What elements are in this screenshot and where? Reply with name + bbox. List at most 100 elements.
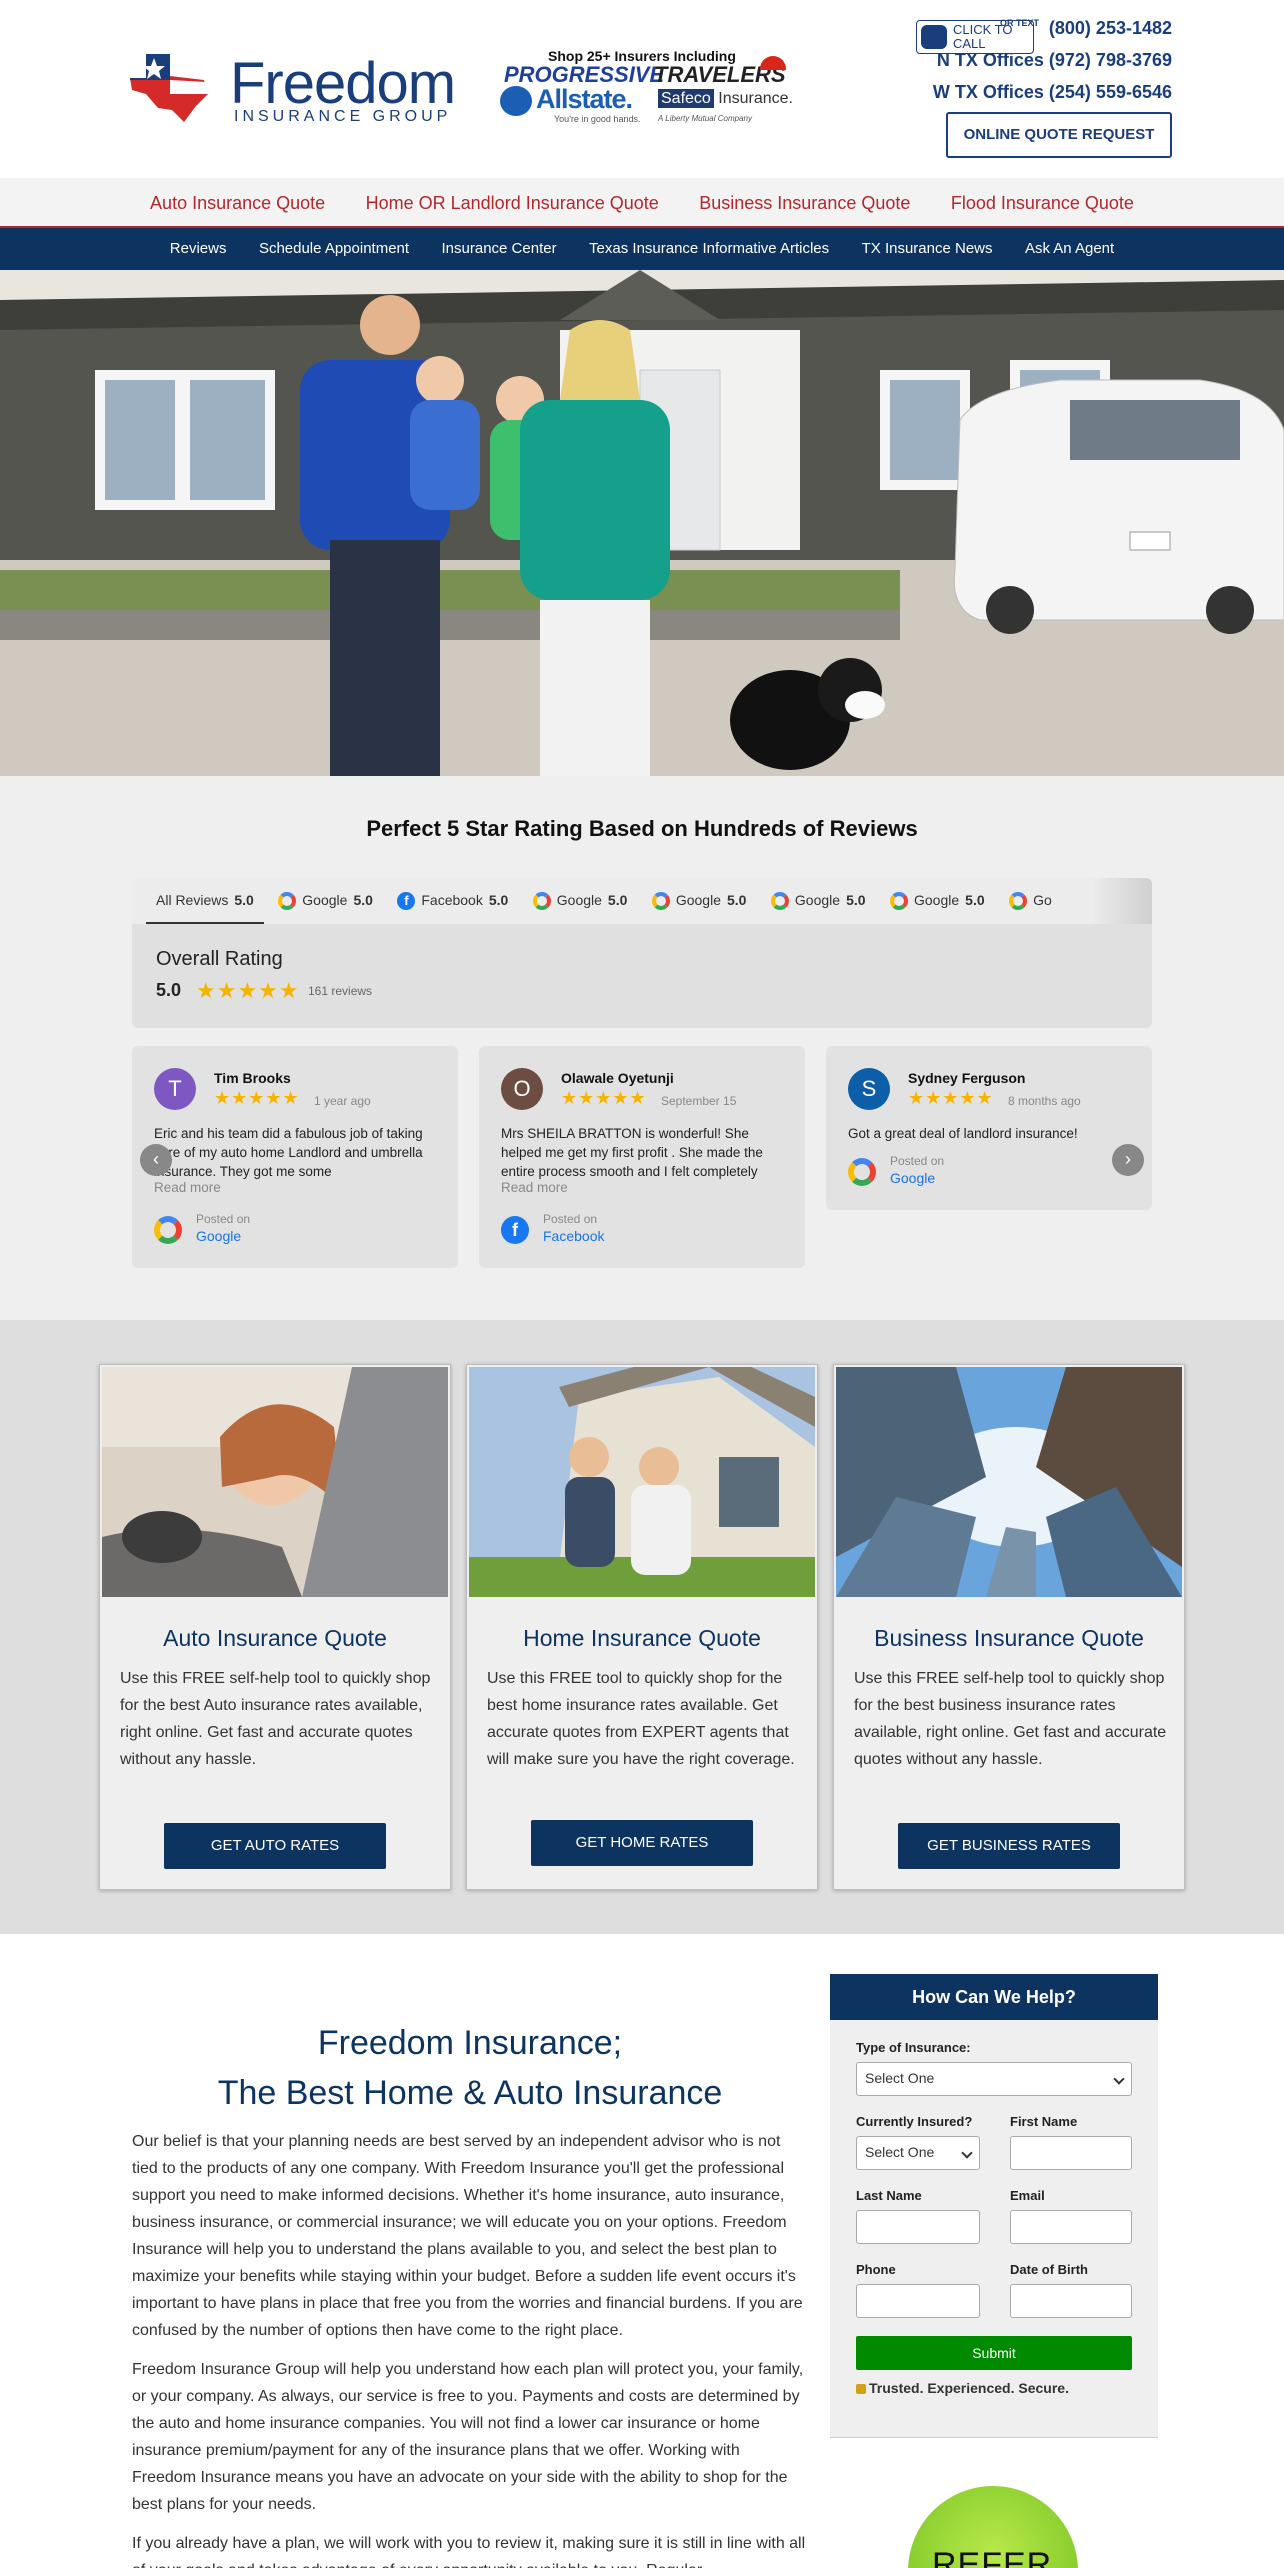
tab-google[interactable]: Google 5.0 (642, 878, 757, 922)
tab-label: Google (914, 892, 960, 908)
nav-home-landlord-insurance-quote[interactable]: Home OR Landlord Insurance Quote (366, 178, 659, 228)
phone-label: Phone (856, 2262, 896, 2277)
posted-on-label: Posted on (890, 1154, 945, 1168)
source-link[interactable]: Google (196, 1228, 250, 1244)
google-icon (890, 892, 908, 911)
nav-insurance-center[interactable]: Insurance Center (442, 228, 557, 270)
tab-label: All Reviews (156, 892, 229, 908)
first-name-label: First Name (1010, 2114, 1078, 2129)
insurer-logos: Shop 25+ Insurers Including PROGRESSIVE … (498, 48, 798, 128)
hero-family-photo (0, 270, 1284, 776)
source-link[interactable]: Google (890, 1170, 944, 1186)
west-office-phone[interactable]: W TX Offices (254) 559-6546 (912, 76, 1172, 108)
home-card-description: Use this FREE tool to quickly shop for t… (487, 1670, 795, 1768)
freedom-insurance-logo[interactable]: Freedom INSURANCE GROUP (126, 44, 456, 134)
currently-insured-select[interactable]: Select One (856, 2136, 980, 2170)
review-source: Posted on Google (154, 1212, 250, 1244)
email-label: Email (1010, 2188, 1045, 2203)
tab-google-partial[interactable]: Go (999, 878, 1062, 922)
google-icon (770, 892, 789, 911)
north-office-number[interactable]: (972) 798-3769 (1049, 50, 1172, 70)
phone-icon (921, 25, 947, 49)
review-source-tabs: All Reviews 5.0 Google 5.0 f Facebook 5.0 Go… (132, 878, 1152, 924)
nav-auto-insurance-quote[interactable]: Auto Insurance Quote (150, 178, 325, 228)
get-home-rates-button[interactable]: GET HOME RATES (531, 1820, 753, 1866)
auto-insurance-card: Auto Insurance Quote Use this FREE self-… (99, 1364, 451, 1890)
allstate-tagline: You're in good hands. (554, 114, 641, 124)
source-link[interactable]: Facebook (543, 1228, 604, 1244)
google-icon (154, 1216, 182, 1244)
email-field[interactable] (1010, 2210, 1132, 2244)
nav-texas-articles[interactable]: Texas Insurance Informative Articles (589, 228, 829, 270)
tab-score: 5.0 (353, 892, 373, 908)
review-stars: ★★★★★ (561, 1088, 647, 1108)
west-office-number[interactable]: (254) 559-6546 (1049, 82, 1172, 102)
last-name-label: Last Name (856, 2188, 922, 2203)
get-auto-rates-button[interactable]: GET AUTO RATES (164, 1823, 386, 1869)
trust-statement: Trusted. Experienced. Secure. (856, 2380, 1069, 2396)
tab-label: Google (794, 892, 841, 908)
read-more-link[interactable]: Read more (154, 1180, 221, 1195)
get-business-rates-button[interactable]: GET BUSINESS RATES (898, 1823, 1120, 1869)
tab-label: Google (556, 892, 602, 908)
tab-score: 5.0 (727, 892, 747, 908)
nav-business-insurance-quote[interactable]: Business Insurance Quote (699, 178, 910, 228)
about-heading-line2: The Best Home & Auto Insurance (217, 2074, 723, 2112)
tab-all-reviews[interactable]: All Reviews 5.0 (146, 878, 264, 924)
facebook-icon: f (397, 892, 416, 911)
submit-button[interactable]: Submit (856, 2336, 1132, 2370)
nav-ask-an-agent[interactable]: Ask An Agent (1025, 228, 1114, 270)
overall-rating-score: 5.0 (156, 980, 182, 1000)
review-stars: ★★★★★ (214, 1088, 300, 1108)
about-paragraph: Our belief is that your planning needs a… (132, 2133, 803, 2339)
woman-in-car-image (102, 1367, 448, 1597)
review-source: f Posted on Facebook (501, 1212, 604, 1244)
safeco-logo: Safeco Insurance. (658, 89, 793, 108)
tab-label: Google (675, 892, 721, 908)
nav-tx-insurance-news[interactable]: TX Insurance News (862, 228, 993, 270)
google-icon (532, 892, 551, 911)
currently-insured-label: Currently Insured? (856, 2114, 973, 2129)
overall-review-count: 161 reviews (308, 984, 373, 998)
nav-flood-insurance-quote[interactable]: Flood Insurance Quote (951, 178, 1134, 228)
refer-a-friend-badge[interactable]: REFER A (908, 2486, 1078, 2568)
carousel-next-button[interactable]: › (1112, 1144, 1144, 1176)
tab-google[interactable]: Google 5.0 (268, 878, 383, 922)
lock-icon (856, 2384, 866, 2395)
business-card-description: Use this FREE self-help tool to quickly … (854, 1670, 1167, 1768)
trust-text: Trusted. Experienced. Secure. (869, 2380, 1069, 2396)
posted-on-label: Posted on (196, 1212, 251, 1226)
nav-schedule-appointment[interactable]: Schedule Appointment (259, 228, 409, 270)
google-icon (651, 892, 670, 911)
about-heading-line1: Freedom Insurance; (317, 2024, 623, 2062)
nav-reviews[interactable]: Reviews (170, 228, 227, 270)
tab-google[interactable]: Google 5.0 (523, 878, 638, 922)
first-name-field[interactable] (1010, 2136, 1132, 2170)
auto-card-image (102, 1367, 448, 1597)
online-quote-request-button[interactable]: ONLINE QUOTE REQUEST (946, 112, 1172, 158)
main-phone-number[interactable]: (800) 253-1482 (1049, 18, 1172, 38)
tab-google[interactable]: Google 5.0 (880, 878, 995, 922)
business-card-title: Business Insurance Quote (874, 1625, 1144, 1651)
review-card: S Sydney Ferguson ★★★★★ 8 months ago Got… (826, 1046, 1152, 1210)
last-name-field[interactable] (856, 2210, 980, 2244)
logo-subtitle: INSURANCE GROUP (234, 108, 452, 125)
reviews-section: Perfect 5 Star Rating Based on Hundreds … (0, 776, 1284, 1320)
phone-field[interactable] (856, 2284, 980, 2318)
auto-card-description: Use this FREE self-help tool to quickly … (120, 1670, 431, 1768)
tab-score: 5.0 (846, 892, 866, 908)
carousel-prev-button[interactable]: ‹ (140, 1144, 172, 1176)
read-more-link[interactable]: Read more (501, 1180, 568, 1195)
about-paragraph: Freedom Insurance Group will help you un… (132, 2361, 804, 2513)
tab-google[interactable]: Google 5.0 (761, 878, 876, 922)
tab-facebook[interactable]: f Facebook 5.0 (387, 878, 518, 922)
help-form-heading: How Can We Help? (830, 1974, 1158, 2020)
review-source: Posted on Google (848, 1154, 944, 1186)
reviewer-name: Sydney Ferguson (908, 1070, 1026, 1086)
review-card: O Olawale Oyetunji ★★★★★ September 15 Mr… (479, 1046, 805, 1268)
date-of-birth-field[interactable] (1010, 2284, 1132, 2318)
review-card: T Tim Brooks ★★★★★ 1 year ago Eric and h… (132, 1046, 458, 1268)
about-heading: Freedom Insurance; The Best Home & Auto … (132, 2018, 808, 2118)
insurance-type-select[interactable]: Select One (856, 2062, 1132, 2096)
reviewer-name: Tim Brooks (214, 1070, 291, 1086)
